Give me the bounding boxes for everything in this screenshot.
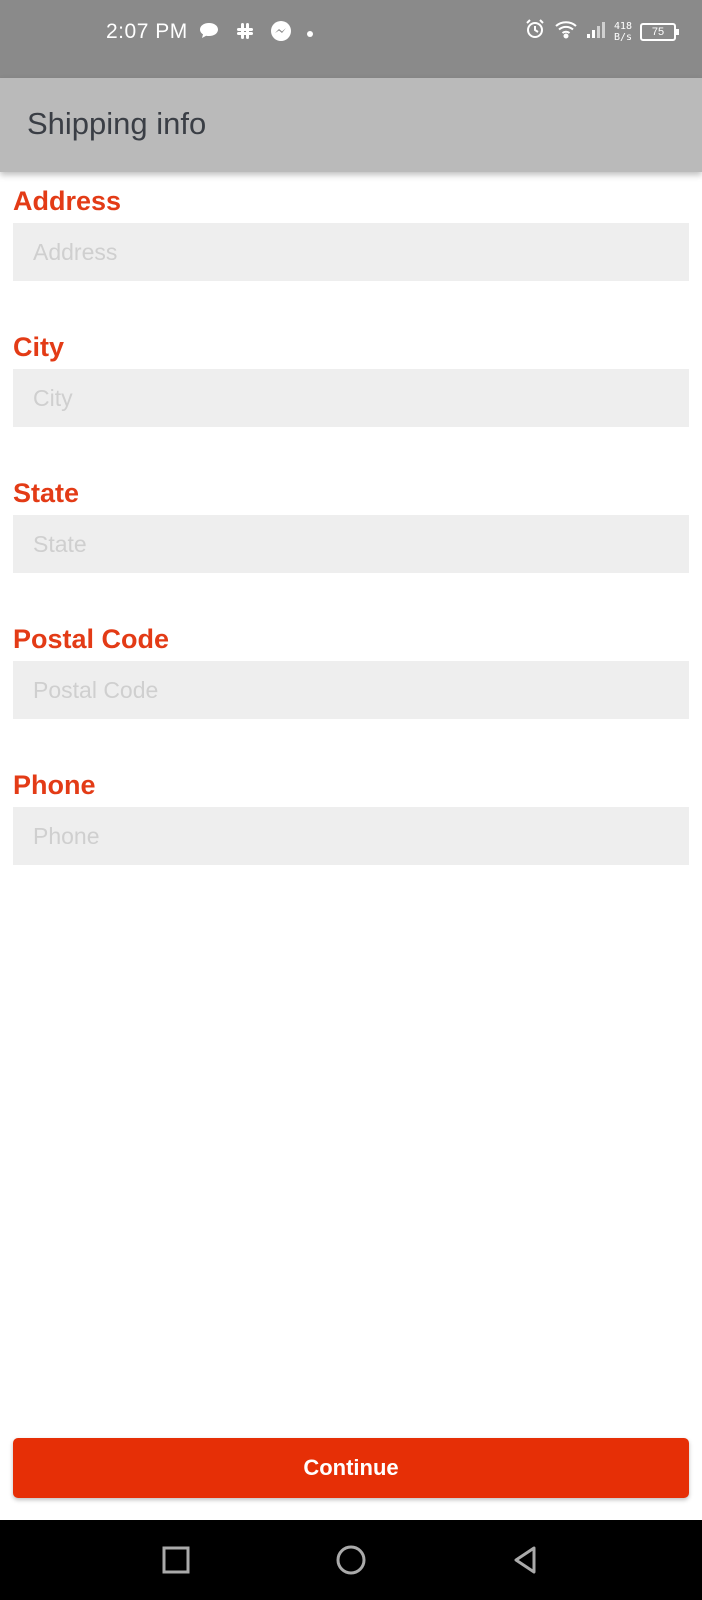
phone-label: Phone — [13, 770, 96, 800]
address-label: Address — [13, 186, 122, 216]
wifi-icon — [554, 19, 578, 44]
notification-icons — [198, 20, 314, 47]
page-title: Shipping info — [27, 106, 207, 141]
phone-field-group: Phone — [13, 769, 689, 915]
battery-icon: 75 — [640, 22, 679, 41]
postal-code-field-group: Postal Code — [13, 623, 689, 769]
phone-input[interactable] — [13, 807, 689, 865]
shipping-form: Address City State Postal Code Phone — [13, 185, 689, 915]
address-input[interactable] — [13, 223, 689, 281]
system-nav-bar — [0, 1520, 702, 1600]
state-input[interactable] — [13, 515, 689, 573]
chat-bubble-icon — [198, 21, 220, 46]
signal-icon — [586, 19, 606, 44]
continue-button[interactable]: Continue — [13, 1438, 689, 1498]
city-field-group: City — [13, 331, 689, 477]
back-icon[interactable] — [508, 1542, 544, 1578]
address-field-group: Address — [13, 185, 689, 331]
network-speed-unit: B/s — [613, 31, 632, 43]
city-input[interactable] — [13, 369, 689, 427]
home-icon[interactable] — [333, 1542, 369, 1578]
messenger-icon — [270, 20, 292, 47]
status-bar: 2:07 PM 418 B/s 75 — [0, 0, 702, 78]
system-status: 418 B/s 75 — [524, 18, 679, 45]
postal-code-input[interactable] — [13, 661, 689, 719]
state-label: State — [13, 478, 80, 508]
city-label: City — [13, 332, 65, 362]
dot-icon — [306, 25, 314, 43]
postal-code-label: Postal Code — [13, 624, 170, 654]
app-bar: Shipping info — [0, 78, 702, 172]
slack-icon — [234, 20, 256, 47]
recent-apps-icon[interactable] — [158, 1542, 194, 1578]
state-field-group: State — [13, 477, 689, 623]
alarm-icon — [524, 18, 546, 45]
network-speed-value: 418 — [613, 20, 632, 32]
status-time: 2:07 PM — [106, 20, 188, 43]
network-speed: 418 B/s — [614, 21, 632, 43]
